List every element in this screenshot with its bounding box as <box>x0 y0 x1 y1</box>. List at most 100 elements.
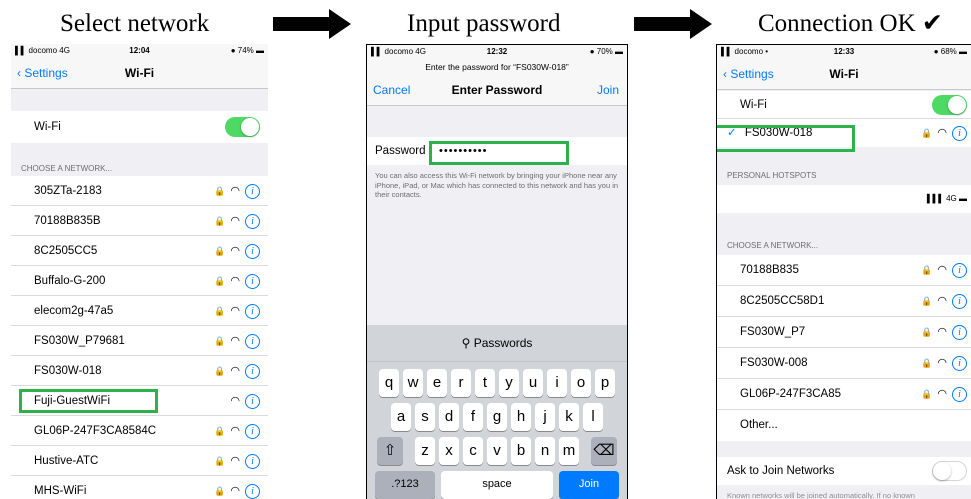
shift-key[interactable]: ⇧ <box>377 437 403 465</box>
wifi-toggle[interactable] <box>225 117 260 137</box>
network-row-fs030w-p79681[interactable]: FS030W_P79681 🔒 ◠ i <box>11 326 268 356</box>
network-row-70188b835[interactable]: 70188B835 🔒 ◠ i <box>717 255 971 286</box>
key-z[interactable]: z <box>415 437 435 465</box>
wifi-label: Wi-Fi <box>740 99 767 111</box>
key-l[interactable]: l <box>583 403 603 431</box>
key-u[interactable]: u <box>523 369 543 397</box>
key-b[interactable]: b <box>511 437 531 465</box>
wifi-toggle[interactable] <box>932 95 967 115</box>
info-icon[interactable]: i <box>245 333 260 349</box>
key-o[interactable]: o <box>571 369 591 397</box>
key-i[interactable]: i <box>547 369 567 397</box>
wifi-signal-icon: ◠ <box>937 264 947 276</box>
lock-icon: 🔒 <box>214 426 226 436</box>
wifi-signal-icon: ◠ <box>230 425 240 437</box>
info-icon[interactable]: i <box>952 294 967 309</box>
network-row-gl06p-247f3ca8584c[interactable]: GL06P-247F3CA8584C 🔒 ◠ i <box>11 416 268 446</box>
network-list: 70188B835 🔒 ◠ i 8C2505CC58D1 🔒 ◠ i FS030W_P7 🔒 ◠ i F… <box>717 255 971 441</box>
key-a[interactable]: a <box>391 403 411 431</box>
key-h[interactable]: h <box>511 403 531 431</box>
network-row-mhs-wifi[interactable]: MHS-WiFi 🔒 ◠ i <box>11 476 268 499</box>
info-icon[interactable]: i <box>245 423 260 439</box>
info-icon[interactable]: i <box>245 453 260 469</box>
network-row-70188b835b[interactable]: 70188B835B 🔒 ◠ i <box>11 206 268 236</box>
network-row-fs030w-018[interactable]: FS030W-018 🔒 ◠ i <box>11 356 268 386</box>
numbers-key[interactable]: .?123 <box>375 471 435 499</box>
key-g[interactable]: g <box>487 403 507 431</box>
info-icon[interactable]: i <box>245 393 260 409</box>
passwords-suggestion[interactable]: Passwords <box>474 336 533 350</box>
key-x[interactable]: x <box>439 437 459 465</box>
key-c[interactable]: c <box>463 437 483 465</box>
wifi-signal-icon: ◠ <box>230 185 240 197</box>
info-icon[interactable]: i <box>245 303 260 319</box>
info-icon[interactable]: i <box>245 243 260 259</box>
network-name: 70188B835 <box>740 264 799 276</box>
network-name: 305ZTa-2183 <box>34 185 102 197</box>
ask-to-join-toggle[interactable] <box>932 461 967 481</box>
network-row-gl06p-247f3ca85[interactable]: GL06P-247F3CA85 🔒 ◠ i <box>717 379 971 410</box>
hotspot-row[interactable]: ▌▌▌ 4G ▬ <box>717 185 971 213</box>
network-list: 305ZTa-2183 🔒 ◠ i 70188B835B 🔒 ◠ i 8C2505CC5 🔒 ◠ i B… <box>11 176 268 499</box>
info-icon[interactable]: i <box>245 273 260 289</box>
info-icon[interactable]: i <box>245 363 260 379</box>
delete-key[interactable]: ⌫ <box>591 437 617 465</box>
key-q[interactable]: q <box>379 369 399 397</box>
password-hint: You can also access this Wi-Fi network b… <box>375 171 619 199</box>
key-k[interactable]: k <box>559 403 579 431</box>
key-d[interactable]: d <box>439 403 459 431</box>
lock-icon: 🔒 <box>214 186 226 196</box>
key-f[interactable]: f <box>463 403 483 431</box>
key-s[interactable]: s <box>415 403 435 431</box>
selected-network-highlight <box>19 389 158 413</box>
network-name: elecom2g-47a5 <box>34 305 114 317</box>
status-bar: ▌▌ docomo 4G 12:04 ● 74% ▬ <box>11 44 268 58</box>
nav-bar: ‹ Settings Wi-Fi <box>717 59 971 90</box>
info-icon[interactable]: i <box>952 325 967 340</box>
wifi-signal-icon: ◠ <box>230 335 240 347</box>
info-icon[interactable]: i <box>952 263 967 278</box>
key-t[interactable]: t <box>475 369 495 397</box>
key-w[interactable]: w <box>403 369 423 397</box>
network-row-8c2505cc58d1[interactable]: 8C2505CC58D1 🔒 ◠ i <box>717 286 971 317</box>
info-icon[interactable]: i <box>245 483 260 499</box>
lock-icon: 🔒 <box>214 366 226 376</box>
key-n[interactable]: n <box>535 437 555 465</box>
info-icon[interactable]: i <box>952 356 967 371</box>
network-row-fs030w-008[interactable]: FS030W-008 🔒 ◠ i <box>717 348 971 379</box>
key-m[interactable]: m <box>559 437 579 465</box>
clock: 12:04 <box>129 46 150 55</box>
right-arrow-icon <box>273 9 351 39</box>
ask-to-join-footnote: Known networks will be joined automatica… <box>727 491 915 499</box>
network-row-fs030w-p7[interactable]: FS030W_P7 🔒 ◠ i <box>717 317 971 348</box>
info-icon[interactable]: i <box>245 213 260 229</box>
cellular-signal-indicator: ▌▌▌ 4G ▬ <box>926 194 967 203</box>
network-name: FS030W-008 <box>740 357 808 369</box>
join-key[interactable]: Join <box>559 471 619 499</box>
key-j[interactable]: j <box>535 403 555 431</box>
network-row-buffalo-g-200[interactable]: Buffalo-G-200 🔒 ◠ i <box>11 266 268 296</box>
keyboard-suggestion-bar: ⚲ Passwords <box>367 325 627 362</box>
page-title: Wi-Fi <box>124 66 155 80</box>
join-button[interactable]: Join <box>597 75 619 105</box>
space-key[interactable]: space <box>441 471 553 499</box>
clock: 12:32 <box>486 47 508 56</box>
key-e[interactable]: e <box>427 369 447 397</box>
info-icon[interactable]: i <box>952 387 967 402</box>
password-label: Password <box>375 145 426 157</box>
keyboard-row-2: asdfghjkl <box>367 403 627 431</box>
network-row-hustive-atc[interactable]: Hustive-ATC 🔒 ◠ i <box>11 446 268 476</box>
key-p[interactable]: p <box>595 369 615 397</box>
network-row-305zta-2183[interactable]: 305ZTa-2183 🔒 ◠ i <box>11 176 268 206</box>
lock-icon: 🔒 <box>214 456 226 466</box>
info-icon[interactable]: i <box>245 183 260 199</box>
network-row-8c2505cc5[interactable]: 8C2505CC5 🔒 ◠ i <box>11 236 268 266</box>
lock-icon: 🔒 <box>214 336 226 346</box>
info-icon[interactable]: i <box>952 125 967 141</box>
key-v[interactable]: v <box>487 437 507 465</box>
key-y[interactable]: y <box>499 369 519 397</box>
other-network-row[interactable]: Other... <box>717 410 971 441</box>
key-r[interactable]: r <box>451 369 471 397</box>
wifi-signal-icon: ◠ <box>230 455 240 467</box>
network-row-elecom2g-47a5[interactable]: elecom2g-47a5 🔒 ◠ i <box>11 296 268 326</box>
